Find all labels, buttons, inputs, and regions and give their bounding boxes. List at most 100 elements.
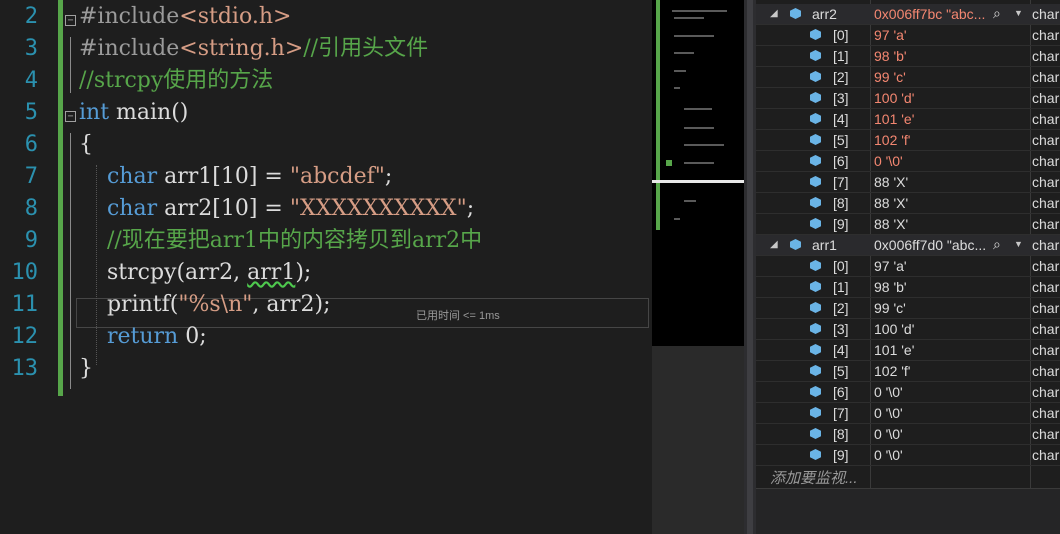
expand-triangle-icon[interactable]: ◢ [770, 8, 778, 19]
watch-row-element[interactable]: [0] 97 'a' char [756, 25, 1060, 46]
watch-element-value[interactable]: 100 'd' [874, 90, 914, 106]
code-token: return [106, 324, 179, 349]
code-token: arr1[10] = [157, 164, 290, 189]
add-watch-input[interactable]: 添加要监视... [770, 467, 858, 488]
watch-row-element[interactable]: [1] 98 'b' char [756, 46, 1060, 67]
watch-row-element[interactable]: [1] 98 'b' char [756, 277, 1060, 298]
minimap-viewport-marker[interactable] [652, 180, 744, 183]
variable-cube-icon [810, 428, 821, 439]
watch-var-value[interactable]: 0x006ff7bc "abc... [874, 6, 985, 22]
watch-element-type: char [1032, 426, 1060, 442]
watch-element-value[interactable]: 101 'e' [874, 111, 914, 127]
watch-row-element[interactable]: [6] 0 '\0' char [756, 382, 1060, 403]
code-line[interactable]: return 0; [79, 321, 207, 353]
minimap[interactable] [652, 0, 744, 346]
watch-row-element[interactable]: [4] 101 'e' char [756, 340, 1060, 361]
code-line[interactable]: #include<string.h>//引用头文件 [79, 33, 428, 65]
code-line[interactable]: { [79, 129, 93, 161]
watch-empty-area [756, 488, 1060, 534]
watch-row-element[interactable]: [6] 0 '\0' char [756, 151, 1060, 172]
watch-element-value[interactable]: 98 'b' [874, 48, 907, 64]
variable-cube-icon [810, 365, 821, 376]
watch-element-value[interactable]: 0 '\0' [874, 405, 903, 421]
fold-box-icon[interactable]: − [65, 111, 76, 122]
watch-element-value[interactable]: 102 'f' [874, 132, 910, 148]
watch-element-value[interactable]: 98 'b' [874, 279, 907, 295]
watch-element-type: char [1032, 216, 1060, 232]
fold-box-icon[interactable]: − [65, 15, 76, 26]
watch-element-value[interactable]: 102 'f' [874, 363, 910, 379]
watch-row-element[interactable]: [4] 101 'e' char [756, 109, 1060, 130]
magnifier-icon[interactable]: ⌕ [993, 236, 1001, 253]
minimap-line [684, 127, 714, 129]
watch-row-element[interactable]: [5] 102 'f' char [756, 361, 1060, 382]
watch-element-value[interactable]: 0 '\0' [874, 426, 903, 442]
watch-element-type: char [1032, 90, 1060, 106]
watch-element-value[interactable]: 100 'd' [874, 321, 914, 337]
scrollbar-track[interactable] [747, 0, 753, 534]
pane-splitter[interactable] [744, 0, 756, 534]
magnifier-icon[interactable]: ⌕ [993, 5, 1001, 22]
watch-element-value[interactable]: 99 'c' [874, 300, 906, 316]
watch-element-index: [9] [833, 216, 849, 232]
watch-element-type: char [1032, 384, 1060, 400]
watch-row-element[interactable]: [5] 102 'f' char [756, 130, 1060, 151]
watch-element-index: [5] [833, 132, 849, 148]
line-number: 8 [24, 196, 38, 221]
watch-element-value[interactable]: 0 '\0' [874, 447, 903, 463]
watch-element-value[interactable]: 99 'c' [874, 69, 906, 85]
dropdown-arrow-icon[interactable]: ▼ [1014, 239, 1023, 249]
minimap-line [674, 70, 686, 72]
watch-row-element[interactable]: [3] 100 'd' char [756, 88, 1060, 109]
variable-cube-icon [810, 302, 821, 313]
code-line[interactable]: printf("%s\n", arr2); [79, 289, 331, 321]
watch-element-index: [2] [833, 69, 849, 85]
watch-row-element[interactable]: [3] 100 'd' char [756, 319, 1060, 340]
code-line[interactable]: //现在要把arr1中的内容拷贝到arr2中 [79, 225, 482, 257]
watch-element-value[interactable]: 0 '\0' [874, 384, 903, 400]
watch-row-element[interactable]: [0] 97 'a' char [756, 256, 1060, 277]
indent-guide [96, 165, 97, 365]
watch-var-value[interactable]: 0x006ff7d0 "abc... [874, 237, 986, 253]
watch-row-element[interactable]: [8] 88 'X' char [756, 193, 1060, 214]
code-line[interactable]: //strcpy使用的方法 [79, 65, 273, 97]
watch-element-value[interactable]: 97 'a' [874, 27, 907, 43]
minimap-line [684, 162, 714, 164]
watch-element-value[interactable]: 88 'X' [874, 216, 908, 232]
code-line[interactable]: #include<stdio.h> [79, 1, 291, 33]
watch-element-type: char [1032, 405, 1060, 421]
code-token: char [106, 164, 158, 189]
watch-element-value[interactable]: 0 '\0' [874, 153, 903, 169]
watch-row-element[interactable]: [7] 88 'X' char [756, 172, 1060, 193]
code-line[interactable]: char arr1[10] = "abcdef"; [79, 161, 392, 193]
code-token: arr2[10] = [157, 196, 290, 221]
code-token: "abcdef" [289, 164, 385, 189]
watch-row-element[interactable]: [8] 0 '\0' char [756, 424, 1060, 445]
watch-row-element[interactable]: [9] 0 '\0' char [756, 445, 1060, 466]
code-line[interactable]: strcpy(arr2, arr1); [79, 257, 311, 289]
code-line[interactable]: } [79, 353, 93, 385]
watch-element-type: char [1032, 321, 1060, 337]
watch-row-element[interactable]: [2] 99 'c' char [756, 298, 1060, 319]
watch-element-type: char [1032, 69, 1060, 85]
watch-row-element[interactable]: [2] 99 'c' char [756, 67, 1060, 88]
code-editor[interactable]: 已用时间 <= 1ms 2 #include<stdio.h> 3 #include<… [0, 0, 652, 534]
watch-element-type: char [1032, 27, 1060, 43]
watch-element-value[interactable]: 101 'e' [874, 342, 914, 358]
dropdown-arrow-icon[interactable]: ▼ [1014, 8, 1023, 18]
watch-row-arr1[interactable]: ◢ arr1 0x006ff7d0 "abc... ⌕ ▼ char [756, 235, 1060, 256]
watch-row-arr2[interactable]: ◢ arr2 0x006ff7bc "abc... ⌕ ▼ char [756, 4, 1060, 25]
watch-row-element[interactable]: [9] 88 'X' char [756, 214, 1060, 235]
watch-element-value[interactable]: 88 'X' [874, 174, 908, 190]
watch-element-index: [3] [833, 90, 849, 106]
code-token: <string.h> [179, 36, 304, 61]
watch-element-value[interactable]: 97 'a' [874, 258, 907, 274]
expand-triangle-icon[interactable]: ◢ [770, 239, 778, 250]
watch-element-type: char [1032, 111, 1060, 127]
watch-element-value[interactable]: 88 'X' [874, 195, 908, 211]
watch-window[interactable]: ◢ arr2 0x006ff7bc "abc... ⌕ ▼ char [0] 97 'a' ch… [756, 0, 1060, 534]
code-line[interactable]: int main() [79, 97, 188, 129]
code-line[interactable]: char arr2[10] = "XXXXXXXXXX"; [79, 193, 474, 225]
watch-row-element[interactable]: [7] 0 '\0' char [756, 403, 1060, 424]
